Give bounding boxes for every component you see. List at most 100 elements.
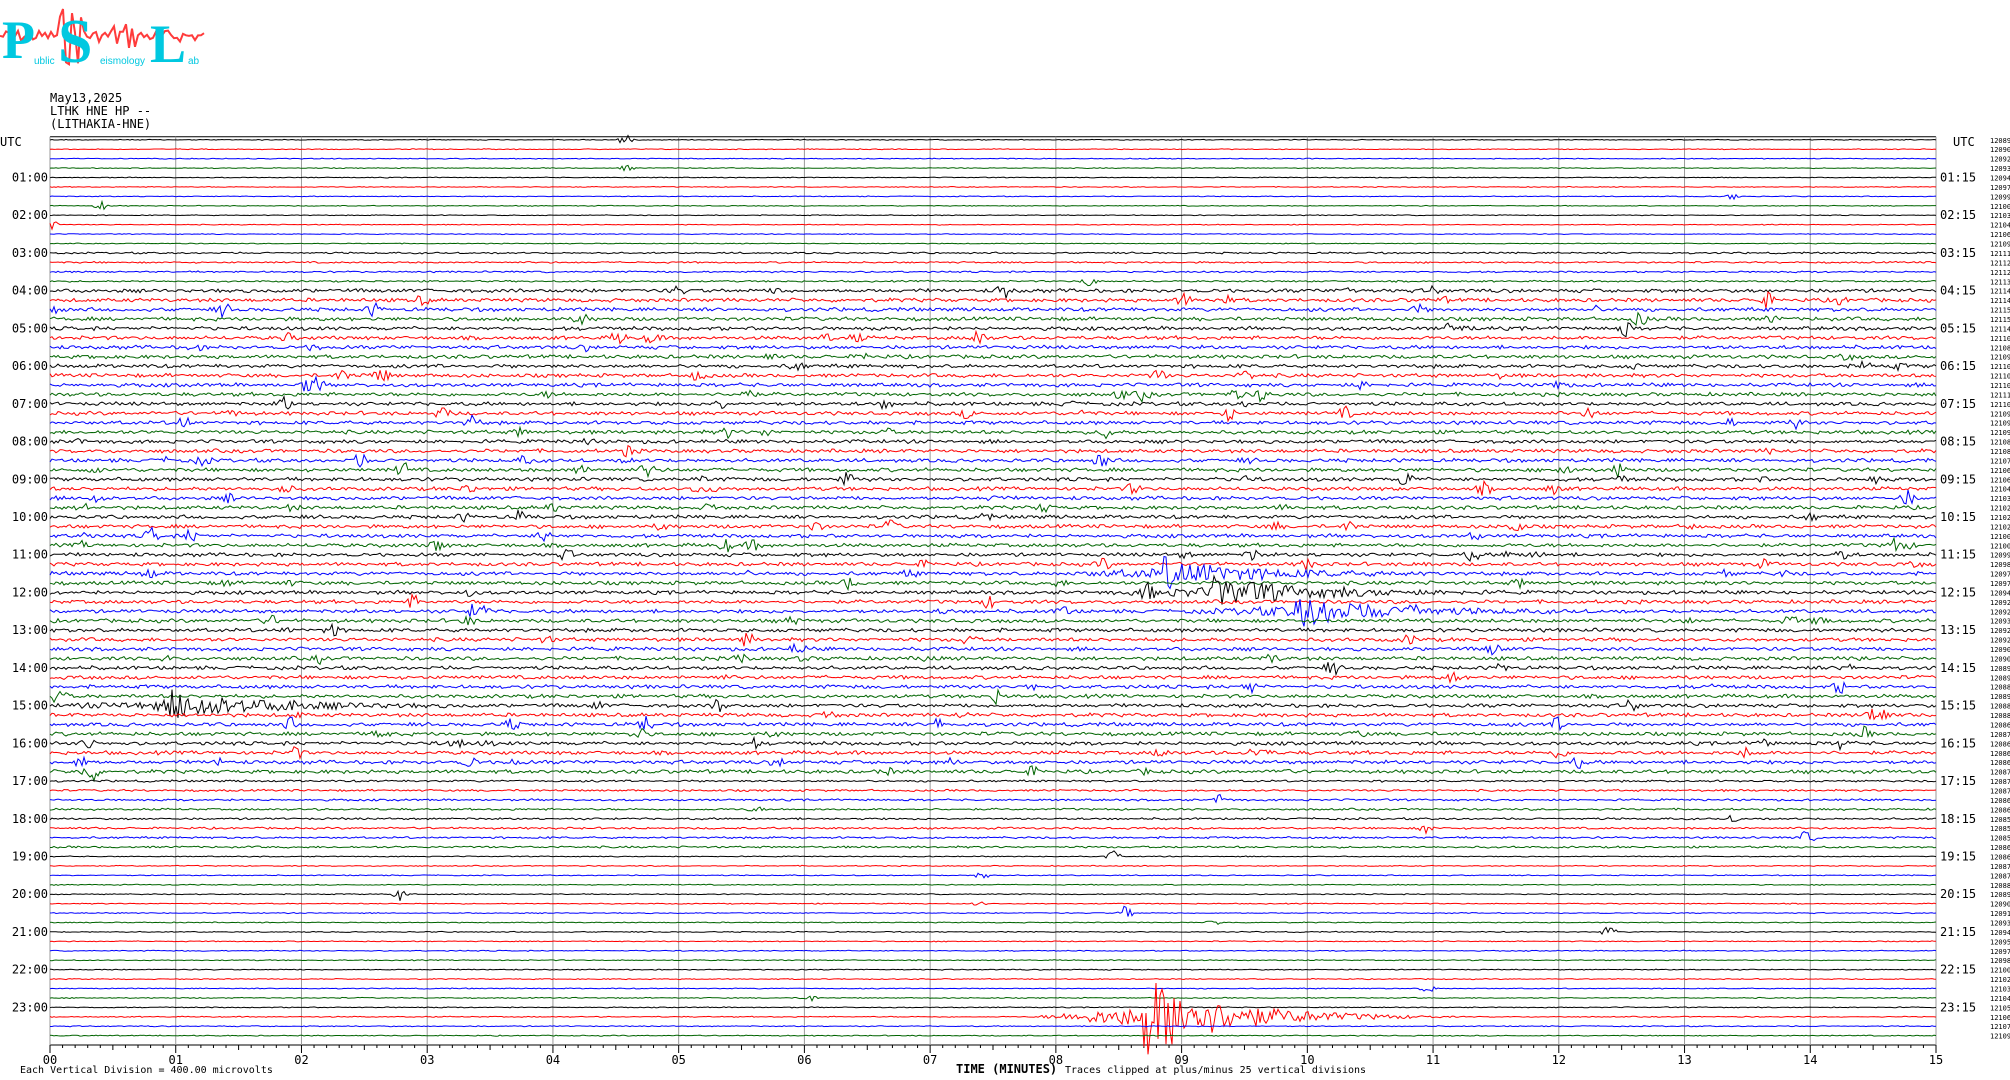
trace-baseline-count: 12099 [1990, 552, 2010, 560]
left-hour-label: 04:00 [12, 284, 48, 298]
seismic-trace [49, 905, 1937, 917]
seismic-trace [49, 632, 1937, 647]
trace-baseline-count: 12103 [1990, 212, 2010, 220]
seismic-trace [49, 662, 1937, 677]
trace-baseline-count: 12102 [1990, 505, 2010, 513]
x-tick-label: 15 [1929, 1053, 1943, 1067]
trace-baseline-count: 12111 [1990, 250, 2010, 258]
trace-baseline-count: 12088 [1990, 882, 2010, 890]
trace-baseline-count: 12115 [1990, 316, 2010, 324]
trace-baseline-count: 12086 [1990, 759, 2010, 767]
trace-baseline-count: 12086 [1990, 806, 2010, 814]
left-hour-label: 19:00 [12, 849, 48, 863]
left-hour-label: 23:00 [12, 1000, 48, 1014]
trace-baseline-count: 12114 [1990, 297, 2010, 305]
trace-baseline-count: 12107 [1990, 457, 2010, 465]
x-tick-label: 05 [671, 1053, 685, 1067]
trace-baseline-count: 12086 [1990, 797, 2010, 805]
trace-baseline-count: 12088 [1990, 712, 2010, 720]
trace-baseline-count: 12112 [1990, 259, 2010, 267]
right-hour-label: 18:15 [1940, 812, 1976, 826]
trace-baseline-count: 12089 [1990, 891, 2010, 899]
seismic-trace [49, 344, 1937, 353]
trace-baseline-count: 12115 [1990, 307, 2010, 315]
seismic-trace [49, 311, 1937, 327]
trace-baseline-count: 12094 [1990, 929, 2010, 937]
seismic-trace [49, 715, 1937, 731]
seismic-trace [49, 453, 1937, 468]
trace-baseline-count: 12110 [1990, 363, 2010, 371]
seismic-trace [49, 394, 1937, 411]
seismic-trace [49, 968, 1937, 971]
seismic-trace [49, 502, 1937, 514]
trace-baseline-count: 12086 [1990, 740, 2010, 748]
seismic-trace [49, 920, 1937, 925]
trace-baseline-count: 12087 [1990, 872, 2010, 880]
trace-baseline-count: 12106 [1990, 1014, 2010, 1022]
trace-baseline-count: 12087 [1990, 778, 2010, 786]
trace-baseline-count: 12103 [1990, 986, 2010, 994]
trace-baseline-count: 12102 [1990, 976, 2010, 984]
seismic-trace [49, 291, 1937, 309]
left-hour-label: 07:00 [12, 397, 48, 411]
trace-baseline-count: 12109 [1990, 354, 2010, 362]
seismic-trace [49, 850, 1937, 859]
trace-baseline-count: 12087 [1990, 769, 2010, 777]
trace-baseline-count: 12086 [1990, 750, 2010, 758]
seismic-trace [49, 176, 1936, 179]
trace-baseline-count: 12099 [1990, 193, 2010, 201]
left-hour-label: 03:00 [12, 246, 48, 260]
trace-baseline-count: 12108 [1990, 439, 2010, 447]
seismic-trace [49, 444, 1937, 458]
seismic-trace [50, 472, 1937, 487]
trace-baseline-count: 12089 [1990, 137, 2010, 145]
vertical-division-note: Each Vertical Division = 400.00 microvol… [20, 1065, 273, 1076]
seismic-trace [49, 788, 1937, 793]
left-hour-label: 17:00 [12, 774, 48, 788]
trace-baseline-count: 12109 [1990, 420, 2010, 428]
seismic-trace [49, 199, 1936, 211]
seismic-trace [49, 221, 1937, 231]
right-hour-label: 21:15 [1940, 925, 1976, 939]
trace-baseline-count: 12090 [1990, 146, 2010, 154]
seismic-trace [49, 959, 1937, 962]
trace-baseline-count: 12109 [1990, 410, 2010, 418]
right-hour-label: 07:15 [1940, 397, 1976, 411]
trace-baseline-count: 12093 [1990, 165, 2010, 173]
seismic-trace [49, 592, 1937, 610]
seismic-trace [49, 193, 1937, 201]
x-tick-label: 02 [294, 1053, 308, 1067]
trace-baseline-count: 12104 [1990, 995, 2010, 1003]
left-hour-label: 21:00 [12, 925, 48, 939]
trace-baseline-count: 12092 [1990, 608, 2010, 616]
left-hour-label: 01:00 [12, 171, 48, 185]
seismic-trace [50, 825, 1937, 835]
seismic-trace [49, 670, 1937, 684]
seismic-trace [49, 164, 1937, 172]
trace-baseline-count: 12106 [1990, 476, 2010, 484]
seismic-trace [49, 901, 1937, 906]
left-hour-label: 13:00 [12, 623, 48, 637]
trace-baseline-count: 12093 [1990, 618, 2010, 626]
trace-baseline-count: 12097 [1990, 580, 2010, 588]
seismic-trace [49, 995, 1937, 1003]
seismic-trace [49, 949, 1937, 952]
left-hour-label: 10:00 [12, 510, 48, 524]
right-hour-label: 01:15 [1940, 171, 1976, 185]
trace-baseline-count: 12092 [1990, 156, 2010, 164]
seismic-trace [49, 1006, 1937, 1009]
seismic-trace [49, 688, 1937, 706]
trace-baseline-count: 12085 [1990, 816, 2010, 824]
right-hour-label: 06:15 [1940, 359, 1976, 373]
seismic-trace [49, 864, 1937, 868]
seismic-trace [49, 557, 1937, 573]
trace-baseline-count: 12092 [1990, 599, 2010, 607]
trace-baseline-count: 12114 [1990, 325, 2010, 333]
trace-baseline-count: 12102 [1990, 523, 2010, 531]
seismic-trace [49, 642, 1937, 656]
seismic-trace [50, 1025, 1937, 1028]
seismic-trace [49, 814, 1937, 822]
trace-baseline-count: 12103 [1990, 495, 2010, 503]
trace-baseline-count: 12095 [1990, 938, 2010, 946]
seismic-trace [49, 359, 1937, 373]
